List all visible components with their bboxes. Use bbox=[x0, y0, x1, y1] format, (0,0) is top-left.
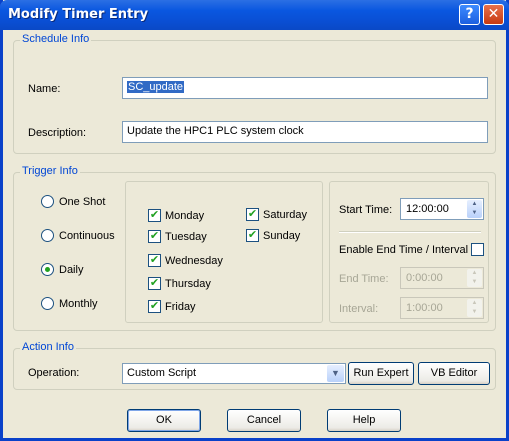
checkbox-thursday[interactable]: ✔ Thursday bbox=[148, 277, 211, 290]
check-icon: ✔ bbox=[246, 229, 259, 242]
radio-continuous-label: Continuous bbox=[59, 229, 115, 242]
interval-field[interactable]: 1:00:00 ▲ ▼ bbox=[400, 297, 484, 319]
operation-select[interactable]: Custom Script ▼ bbox=[122, 363, 346, 384]
end-time-value: 0:00:00 bbox=[406, 272, 443, 284]
check-icon: ✔ bbox=[148, 230, 161, 243]
thursday-label: Thursday bbox=[165, 277, 211, 290]
description-value: Update the HPC1 PLC system clock bbox=[127, 125, 304, 137]
end-time-spinner[interactable]: ▲ ▼ bbox=[467, 269, 482, 287]
spin-up-icon: ▲ bbox=[471, 300, 478, 306]
action-info-label: Action Info bbox=[20, 341, 76, 353]
saturday-label: Saturday bbox=[263, 208, 308, 221]
enable-end-label: Enable End Time / Interval bbox=[339, 244, 469, 256]
enable-end-checkbox[interactable] bbox=[471, 243, 484, 256]
checkbox-sunday[interactable]: ✔ Sunday bbox=[246, 229, 300, 242]
run-expert-button[interactable]: Run Expert bbox=[348, 362, 414, 385]
radio-continuous-indicator bbox=[41, 229, 54, 242]
friday-label: Friday bbox=[165, 300, 196, 313]
schedule-info-group: Schedule Info Name: SC_update Descriptio… bbox=[13, 33, 496, 154]
checkbox-wednesday[interactable]: ✔ Wednesday bbox=[148, 254, 223, 267]
spin-down-icon: ▼ bbox=[471, 279, 478, 285]
spin-down-icon: ▼ bbox=[471, 210, 478, 216]
name-label: Name: bbox=[28, 83, 61, 95]
radio-continuous[interactable]: Continuous bbox=[41, 229, 115, 242]
close-icon: ✕ bbox=[487, 6, 500, 22]
time-panel: Start Time: 12:00:00 ▲ ▼ Enable End Time … bbox=[329, 181, 489, 323]
radio-monthly[interactable]: Monthly bbox=[41, 297, 98, 310]
ok-button[interactable]: OK bbox=[127, 409, 201, 432]
check-icon: ✔ bbox=[148, 254, 161, 267]
title-bar[interactable]: Modify Timer Entry ? ✕ bbox=[0, 0, 509, 30]
checkbox-monday[interactable]: ✔ Monday bbox=[148, 209, 204, 222]
radio-one-shot[interactable]: One Shot bbox=[41, 195, 105, 208]
interval-value: 1:00:00 bbox=[406, 302, 443, 314]
trigger-info-group: Trigger Info One Shot Continuous Daily M… bbox=[13, 165, 496, 331]
check-icon: ✔ bbox=[148, 277, 161, 290]
checkbox-friday[interactable]: ✔ Friday bbox=[148, 300, 196, 313]
trigger-info-label: Trigger Info bbox=[20, 165, 80, 177]
operation-value: Custom Script bbox=[127, 367, 197, 379]
time-divider bbox=[339, 231, 481, 233]
operation-label: Operation: bbox=[28, 367, 80, 379]
monday-label: Monday bbox=[165, 209, 205, 222]
vb-editor-button[interactable]: VB Editor bbox=[418, 362, 490, 385]
radio-daily-indicator bbox=[41, 263, 54, 276]
radio-monthly-label: Monthly bbox=[59, 297, 98, 310]
days-panel: ✔ Monday ✔ Tuesday ✔ Wednesday ✔ Thursda… bbox=[125, 181, 323, 323]
radio-daily[interactable]: Daily bbox=[41, 263, 83, 276]
help-button[interactable]: Help bbox=[327, 409, 401, 432]
check-icon: ✔ bbox=[246, 208, 259, 221]
action-info-group: Action Info Operation: Custom Script ▼ R… bbox=[13, 341, 496, 390]
radio-monthly-indicator bbox=[41, 297, 54, 310]
check-icon: ✔ bbox=[148, 300, 161, 313]
start-time-label: Start Time: bbox=[339, 204, 393, 216]
checkbox-saturday[interactable]: ✔ Saturday bbox=[246, 208, 307, 221]
description-label: Description: bbox=[28, 127, 87, 139]
start-time-field[interactable]: 12:00:00 ▲ ▼ bbox=[400, 198, 484, 220]
sunday-label: Sunday bbox=[263, 229, 301, 242]
interval-spinner[interactable]: ▲ ▼ bbox=[467, 299, 482, 317]
help-title-button[interactable]: ? bbox=[459, 4, 480, 25]
chevron-down-icon[interactable]: ▼ bbox=[327, 365, 344, 382]
spin-up-icon: ▲ bbox=[471, 201, 478, 207]
tuesday-label: Tuesday bbox=[165, 230, 207, 243]
start-time-value: 12:00:00 bbox=[406, 203, 449, 215]
radio-one-shot-indicator bbox=[41, 195, 54, 208]
radio-daily-label: Daily bbox=[59, 263, 84, 276]
checkbox-tuesday[interactable]: ✔ Tuesday bbox=[148, 230, 207, 243]
description-field[interactable]: Update the HPC1 PLC system clock bbox=[122, 121, 488, 143]
spin-up-icon: ▲ bbox=[471, 270, 478, 276]
end-time-field[interactable]: 0:00:00 ▲ ▼ bbox=[400, 267, 484, 289]
radio-one-shot-label: One Shot bbox=[59, 195, 106, 208]
close-button[interactable]: ✕ bbox=[483, 4, 504, 25]
check-icon: ✔ bbox=[148, 209, 161, 222]
modify-timer-dialog: Modify Timer Entry ? ✕ Schedule Info Nam… bbox=[0, 0, 509, 441]
name-value: SC_update bbox=[127, 81, 185, 93]
name-field[interactable]: SC_update bbox=[122, 77, 488, 99]
wednesday-label: Wednesday bbox=[165, 254, 223, 267]
interval-label: Interval: bbox=[339, 303, 379, 315]
start-time-spinner[interactable]: ▲ ▼ bbox=[467, 200, 482, 218]
schedule-info-label: Schedule Info bbox=[20, 33, 92, 45]
end-time-label: End Time: bbox=[339, 273, 389, 285]
spin-down-icon: ▼ bbox=[471, 309, 478, 315]
cancel-button[interactable]: Cancel bbox=[227, 409, 301, 432]
help-icon: ? bbox=[465, 6, 474, 22]
dialog-title: Modify Timer Entry bbox=[8, 7, 149, 22]
